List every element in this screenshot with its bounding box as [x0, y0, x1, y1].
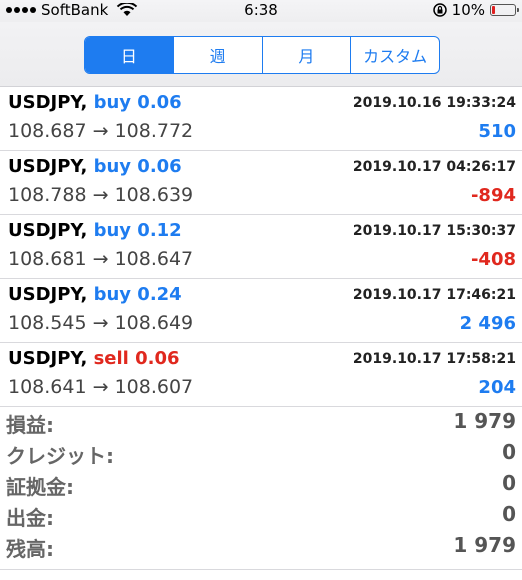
- summary-row: 残高: 1 979: [0, 529, 522, 561]
- tab-period-0[interactable]: 日: [85, 37, 173, 73]
- trade-symbol-line: USDJPY, buy 0.06: [8, 92, 182, 113]
- trade-side: buy 0.06: [93, 156, 182, 177]
- trade-profit: -408: [470, 249, 516, 270]
- trade-profit: 510: [478, 121, 516, 142]
- trade-profit: -894: [470, 185, 516, 206]
- trade-history-list: USDJPY, buy 0.06 2019.10.16 19:33:24 108.6…: [0, 87, 522, 407]
- trade-symbol-line: USDJPY, buy 0.24: [8, 284, 182, 305]
- divider: [0, 569, 522, 570]
- summary-label: 残高:: [6, 537, 54, 561]
- trade-row[interactable]: USDJPY, buy 0.06 2019.10.17 04:26:17 108.7…: [0, 151, 522, 215]
- trade-datetime: 2019.10.17 04:26:17: [352, 159, 516, 175]
- summary-row: 証拠金: 0: [0, 467, 522, 499]
- trade-prices: 108.788 → 108.639: [8, 184, 194, 206]
- trade-symbol-line: USDJPY, buy 0.12: [8, 220, 182, 241]
- tab-period-3[interactable]: カスタム: [350, 37, 439, 73]
- trade-symbol: USDJPY,: [8, 284, 88, 305]
- summary-row: 損益: 1 979: [0, 405, 522, 437]
- trade-datetime: 2019.10.16 19:33:24: [352, 95, 516, 111]
- trade-symbol: USDJPY,: [8, 220, 88, 241]
- trade-side: buy 0.12: [93, 220, 182, 241]
- summary-value: 0: [502, 440, 516, 464]
- trade-symbol: USDJPY,: [8, 92, 88, 113]
- summary-value: 1 979: [453, 533, 516, 557]
- trade-side: buy 0.24: [93, 284, 182, 305]
- trade-datetime: 2019.10.17 15:30:37: [352, 223, 516, 239]
- summary-row: 出金: 0: [0, 498, 522, 530]
- trade-row[interactable]: USDJPY, buy 0.06 2019.10.16 19:33:24 108.6…: [0, 87, 522, 151]
- summary-row: クレジット: 0: [0, 436, 522, 468]
- account-summary: 損益: 1 979 クレジット: 0 証拠金: 0 出金: 0 残高: 1 979: [0, 405, 522, 561]
- trade-datetime: 2019.10.17 17:58:21: [352, 351, 516, 367]
- trade-side: sell 0.06: [93, 348, 180, 369]
- status-bar: SoftBank 6:38 10%: [0, 0, 522, 22]
- trade-row[interactable]: USDJPY, buy 0.24 2019.10.17 17:46:21 108.5…: [0, 279, 522, 343]
- trade-symbol: USDJPY,: [8, 348, 88, 369]
- rotation-lock-icon: [432, 3, 447, 17]
- trade-row[interactable]: USDJPY, sell 0.06 2019.10.17 17:58:21 108.…: [0, 343, 522, 407]
- summary-label: 出金:: [6, 506, 54, 530]
- tab-period-1[interactable]: 週: [172, 37, 262, 73]
- trade-symbol-line: USDJPY, buy 0.06: [8, 156, 182, 177]
- trade-prices: 108.681 → 108.647: [8, 248, 194, 270]
- summary-label: 証拠金:: [6, 475, 74, 499]
- trade-symbol-line: USDJPY, sell 0.06: [8, 348, 180, 369]
- trade-row[interactable]: USDJPY, buy 0.12 2019.10.17 15:30:37 108.6…: [0, 215, 522, 279]
- trade-datetime: 2019.10.17 17:46:21: [352, 287, 516, 303]
- summary-value: 0: [502, 502, 516, 526]
- trade-profit: 2 496: [459, 313, 516, 334]
- battery-percent: 10%: [451, 1, 485, 19]
- trade-prices: 108.641 → 108.607: [8, 376, 194, 398]
- period-toolbar: 日週月カスタム: [0, 22, 522, 87]
- summary-label: クレジット:: [6, 444, 114, 468]
- tab-period-2[interactable]: 月: [261, 37, 351, 73]
- summary-value: 1 979: [453, 409, 516, 433]
- trade-prices: 108.687 → 108.772: [8, 120, 194, 142]
- trade-side: buy 0.06: [93, 92, 182, 113]
- period-segmented-control: 日週月カスタム: [84, 36, 440, 74]
- summary-value: 0: [502, 471, 516, 495]
- trade-prices: 108.545 → 108.649: [8, 312, 194, 334]
- status-right: 10%: [432, 1, 519, 19]
- summary-label: 損益:: [6, 413, 54, 437]
- trade-profit: 204: [478, 377, 516, 398]
- battery-icon: [490, 4, 519, 16]
- trade-symbol: USDJPY,: [8, 156, 88, 177]
